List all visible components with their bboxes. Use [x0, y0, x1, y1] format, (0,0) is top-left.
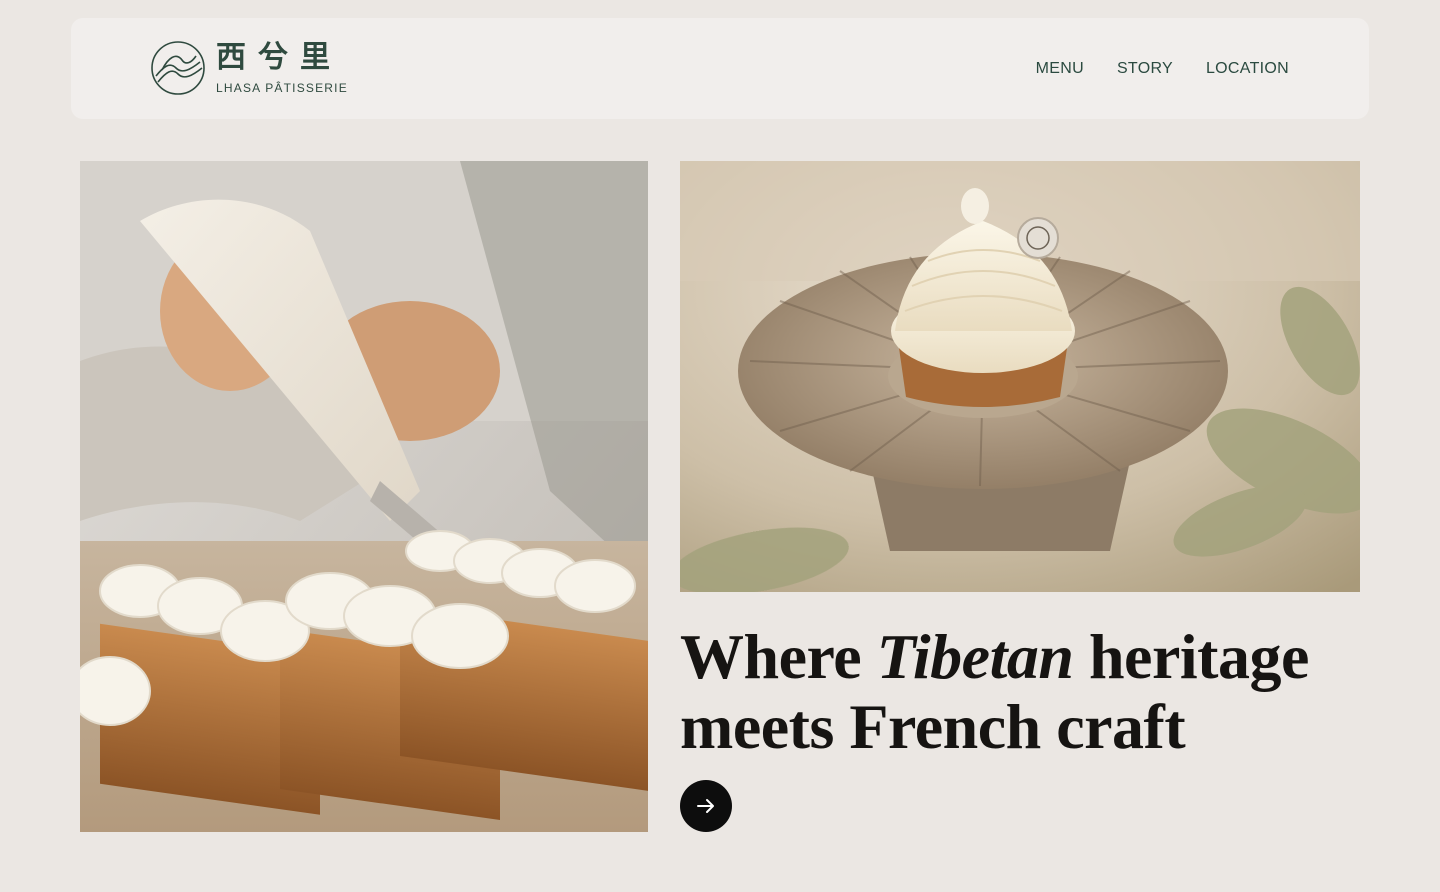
logo-mark-icon — [151, 41, 205, 95]
nav-item-menu[interactable]: MENU — [1036, 60, 1084, 78]
chef-piping-photo — [80, 161, 648, 832]
headline-line-2: meets French craft — [680, 691, 1186, 762]
logo-text: 西兮里 LHASA PÂTISSERIE — [216, 40, 348, 96]
hero-headline: Where Tibetan heritage meets French craf… — [680, 622, 1380, 762]
tart-illustration — [680, 161, 1360, 592]
tart-photo — [680, 161, 1360, 592]
chef-piping-illustration — [80, 161, 648, 832]
site-header: 西兮里 LHASA PÂTISSERIE MENU STORY LOCATION — [71, 18, 1369, 119]
main-nav: MENU STORY LOCATION — [1036, 18, 1289, 119]
headline-pre: Where — [680, 621, 877, 692]
cta-arrow-button[interactable] — [680, 780, 732, 832]
brand-logo[interactable]: 西兮里 LHASA PÂTISSERIE — [150, 40, 348, 96]
brand-name-en: LHASA PÂTISSERIE — [216, 81, 348, 95]
nav-item-location[interactable]: LOCATION — [1206, 60, 1289, 78]
brand-name-cn: 西兮里 — [216, 40, 342, 75]
headline-post: heritage — [1073, 621, 1309, 692]
arrow-right-icon — [697, 799, 714, 813]
headline-emphasis: Tibetan — [876, 621, 1074, 692]
nav-item-story[interactable]: STORY — [1117, 60, 1173, 78]
